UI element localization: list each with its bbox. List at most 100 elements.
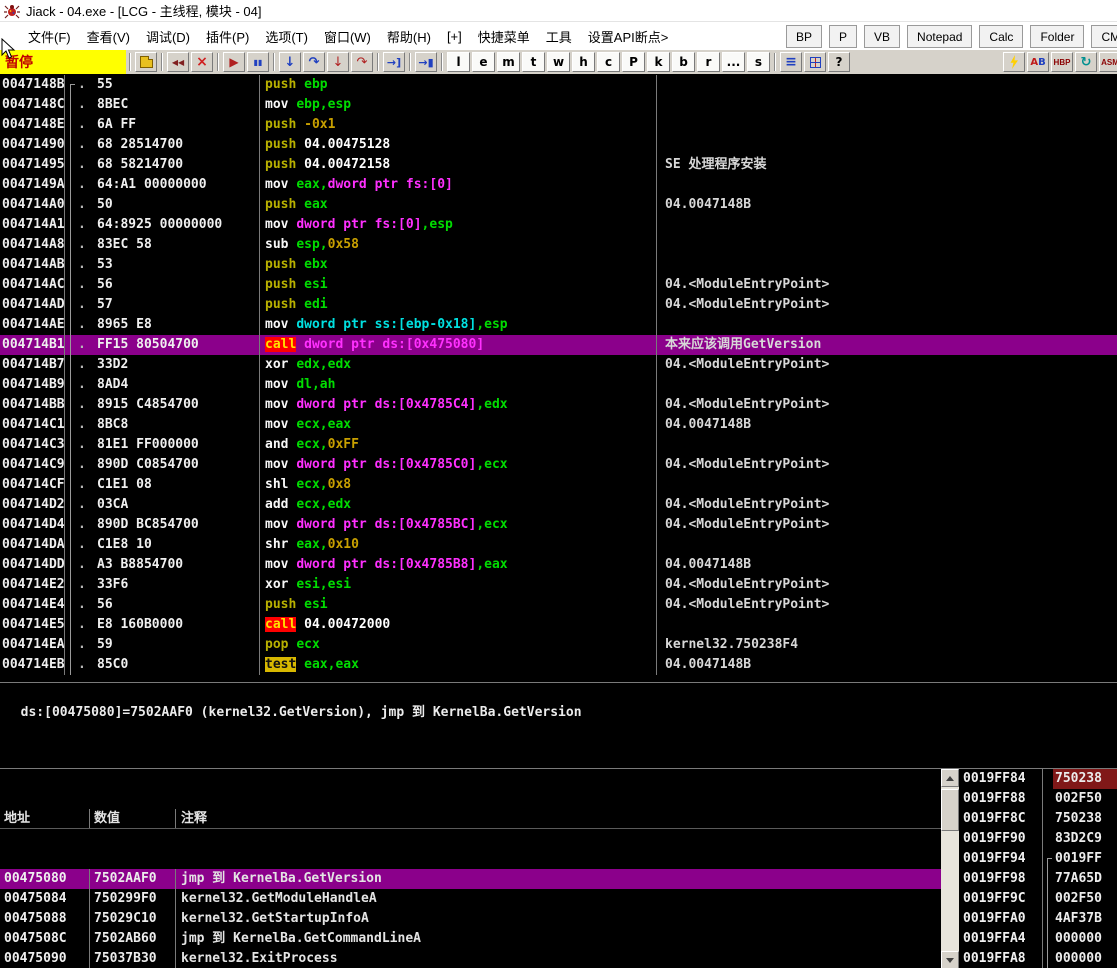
help-button[interactable]: ?	[828, 52, 850, 72]
view-button-e[interactable]: e	[472, 52, 495, 72]
disasm-row[interactable]: 0047148E. 6A FF push -0x1	[0, 115, 1117, 135]
disasm-row[interactable]: 004714AB. 53 push ebx	[0, 255, 1117, 275]
dump-scrollbar[interactable]	[941, 769, 959, 968]
view-button-c[interactable]: c	[597, 52, 620, 72]
menu-button-bp[interactable]: BP	[786, 25, 823, 48]
disasm-row[interactable]: 0047148C. 8BEC mov ebp,esp	[0, 95, 1117, 115]
disasm-row[interactable]: 004714C1. 8BC8 mov ecx,eax 04.0047148B	[0, 415, 1117, 435]
dump-row[interactable]: 00475084 750299F0 kernel32.GetModuleHandle…	[0, 889, 941, 909]
scroll-down-button[interactable]	[941, 951, 959, 968]
magic-skip-button[interactable]	[1003, 52, 1025, 72]
view-button-h[interactable]: h	[572, 52, 595, 72]
stack-row[interactable]: 0019FFA0 4AF37B	[959, 909, 1117, 929]
disasm-row[interactable]: 004714AC. 56 push esi 04.<ModuleEntryPoint>	[0, 275, 1117, 295]
windows-button[interactable]	[804, 52, 826, 72]
stack-row[interactable]: 0019FF9C 002F50	[959, 889, 1117, 909]
disasm-row[interactable]: 004714E5. E8 160B0000 call 04.00472000	[0, 615, 1117, 635]
stack-row[interactable]: 0019FF88 002F50	[959, 789, 1117, 809]
menu-item[interactable]: 插件(P)	[198, 23, 257, 50]
menu-item[interactable]: 文件(F)	[20, 23, 79, 50]
disasm-row[interactable]: 004714D4. 890D BC854700 mov dword ptr ds:[…	[0, 515, 1117, 535]
execute-till-return-button[interactable]: →]	[383, 52, 405, 72]
menu-item[interactable]: 查看(V)	[79, 23, 138, 50]
disasm-row[interactable]: 004714BB. 8915 C4854700 mov dword ptr ds:[…	[0, 395, 1117, 415]
ab-compare-button[interactable]: AB	[1027, 52, 1049, 72]
disasm-row[interactable]: 004714CF. C1E1 08 shl ecx,0x8	[0, 475, 1117, 495]
disasm-row[interactable]: 004714E2. 33F6 xor esi,esi 04.<ModuleEntryP…	[0, 575, 1117, 595]
menu-item[interactable]: 快捷菜单	[470, 23, 538, 50]
view-button-s[interactable]: s	[747, 52, 770, 72]
dump-row[interactable]: 00475090 75037B30 kernel32.ExitProcess	[0, 949, 941, 968]
stack-pane[interactable]: 0019FF84 750238 0019FF88 002F50 0019FF8C 7502…	[959, 769, 1117, 968]
dump-row[interactable]: 00475080 7502AAF0 jmp 到 KernelBa.GetVersio…	[0, 869, 941, 889]
menu-button-cm[interactable]: CM	[1091, 25, 1117, 48]
disasm-row[interactable]: 004714DA. C1E8 10 shr eax,0x10	[0, 535, 1117, 555]
stack-row[interactable]: 0019FF90 83D2C9	[959, 829, 1117, 849]
close-process-button[interactable]: ×	[191, 52, 213, 72]
menu-button-calc[interactable]: Calc	[979, 25, 1024, 48]
dump-pane[interactable]: 地址 数值 注释 00475080 7502AAF0 jmp 到 KernelBa.…	[0, 769, 941, 968]
view-button-m[interactable]: m	[497, 52, 520, 72]
stack-row[interactable]: 0019FFA8 000000	[959, 949, 1117, 968]
menu-item[interactable]: 工具	[538, 23, 580, 50]
menu-button-vb[interactable]: VB	[864, 25, 901, 48]
step-over-button[interactable]: ↷	[303, 52, 325, 72]
disasm-row[interactable]: 004714A1. 64:8925 00000000 mov dword ptr f…	[0, 215, 1117, 235]
stack-row[interactable]: 0019FF98 77A65D	[959, 869, 1117, 889]
scrollbar-thumb[interactable]	[941, 789, 959, 831]
menu-button-notepad[interactable]: Notepad	[907, 25, 973, 48]
view-button-l[interactable]: l	[447, 52, 470, 72]
disasm-row[interactable]: 0047148B. 55 push ebp	[0, 75, 1117, 95]
menu-item[interactable]: [+]	[439, 25, 470, 48]
disasm-row[interactable]: 00471490. 68 28514700 push 04.00475128	[0, 135, 1117, 155]
disasm-row[interactable]: 00471495. 68 58214700 push 04.00472158 SE 处…	[0, 155, 1117, 175]
stack-row[interactable]: 0019FF94 0019FF	[959, 849, 1117, 869]
run-button[interactable]: ▶	[223, 52, 245, 72]
stack-row[interactable]: 0019FF8C 750238	[959, 809, 1117, 829]
pause-button[interactable]: ▮▮	[247, 52, 269, 72]
disasm-row[interactable]: 004714EB. 85C0 test eax,eax 04.0047148B	[0, 655, 1117, 675]
step-into-button[interactable]: ↓	[279, 52, 301, 72]
execute-till-user-button[interactable]: →▮	[415, 52, 437, 72]
disasm-row[interactable]: 004714EA. 59 pop ecx kernel32.750238F4	[0, 635, 1117, 655]
disassembly-pane[interactable]: 0047148B. 55 push ebp 0047148C. 8BEC mov ebp,…	[0, 74, 1117, 682]
menu-item[interactable]: 窗口(W)	[316, 23, 379, 50]
disasm-row[interactable]: 004714C9. 890D C0854700 mov dword ptr ds:[…	[0, 455, 1117, 475]
menu-item[interactable]: 调试(D)	[138, 23, 198, 50]
disasm-row[interactable]: 004714E4. 56 push esi 04.<ModuleEntryPoint>	[0, 595, 1117, 615]
view-button-w[interactable]: w	[547, 52, 570, 72]
animate-into-button[interactable]: ↓	[327, 52, 349, 72]
open-file-button[interactable]	[135, 52, 157, 72]
disasm-row[interactable]: 004714AE. 8965 E8 mov dword ptr ss:[ebp-0x…	[0, 315, 1117, 335]
view-button-more[interactable]: ...	[722, 52, 745, 72]
menu-button-folder[interactable]: Folder	[1030, 25, 1085, 48]
scroll-up-button[interactable]	[941, 769, 959, 787]
refresh-button[interactable]: ↻	[1075, 52, 1097, 72]
disasm-row[interactable]: 0047149A. 64:A1 00000000 mov eax,dword ptr…	[0, 175, 1117, 195]
view-button-k[interactable]: k	[647, 52, 670, 72]
view-button-t[interactable]: t	[522, 52, 545, 72]
view-button-P[interactable]: P	[622, 52, 645, 72]
asm-button[interactable]: ASM	[1099, 52, 1117, 72]
disasm-row[interactable]: 004714B1. FF15 80504700 call dword ptr ds:…	[0, 335, 1117, 355]
restart-button[interactable]: ◀◀	[167, 52, 189, 72]
disasm-row[interactable]: 004714D2. 03CA add ecx,edx 04.<ModuleEntryP…	[0, 495, 1117, 515]
menu-item[interactable]: 选项(T)	[257, 23, 316, 50]
disasm-row[interactable]: 004714B7. 33D2 xor edx,edx 04.<ModuleEntryP…	[0, 355, 1117, 375]
disasm-row[interactable]: 004714A0. 50 push eax 04.0047148B	[0, 195, 1117, 215]
animate-over-button[interactable]: ↷	[351, 52, 373, 72]
disasm-row[interactable]: 004714DD. A3 B8854700 mov dword ptr ds:[0x…	[0, 555, 1117, 575]
menu-button-p[interactable]: P	[829, 25, 858, 48]
dump-row[interactable]: 0047508C 7502AB60 jmp 到 KernelBa.GetComman…	[0, 929, 941, 949]
hbp-button[interactable]: HBP	[1051, 52, 1073, 72]
disasm-row[interactable]: 004714A8. 83EC 58 sub esp,0x58	[0, 235, 1117, 255]
stack-row[interactable]: 0019FFA4 000000	[959, 929, 1117, 949]
menu-item[interactable]: 帮助(H)	[379, 23, 439, 50]
view-button-r[interactable]: r	[697, 52, 720, 72]
view-button-b[interactable]: b	[672, 52, 695, 72]
disasm-row[interactable]: 004714C3. 81E1 FF000000 and ecx,0xFF	[0, 435, 1117, 455]
log-button[interactable]: ≡	[780, 52, 802, 72]
disasm-row[interactable]: 004714B9. 8AD4 mov dl,ah	[0, 375, 1117, 395]
stack-row[interactable]: 0019FF84 750238	[959, 769, 1117, 789]
disasm-row[interactable]: 004714AD. 57 push edi 04.<ModuleEntryPoint>	[0, 295, 1117, 315]
